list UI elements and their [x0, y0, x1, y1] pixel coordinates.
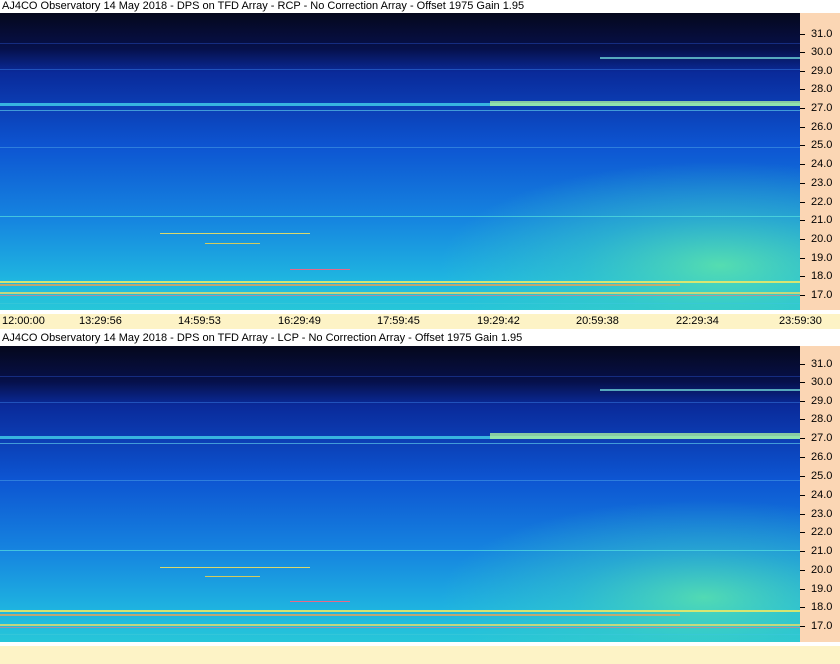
freq-label: 31.0 — [811, 28, 833, 40]
freq-label: 21.0 — [811, 214, 833, 226]
freq-tick — [800, 220, 805, 221]
freq-label: 25.0 — [811, 139, 833, 151]
freq-tick — [800, 476, 805, 477]
freq-tick — [800, 202, 805, 203]
freq-tick — [800, 34, 805, 35]
freq-label: 26.0 — [811, 451, 833, 463]
time-axis-rcp: 12:00:00 13:29:56 14:59:53 16:29:49 17:5… — [0, 314, 840, 329]
time-label: 20:59:38 — [576, 315, 619, 327]
freq-label: 31.0 — [811, 358, 833, 370]
time-label: 19:29:42 — [477, 315, 520, 327]
freq-label: 27.0 — [811, 432, 833, 444]
freq-tick — [800, 276, 805, 277]
freq-label: 23.0 — [811, 508, 833, 520]
freq-tick — [800, 239, 805, 240]
panel-title-lcp: AJ4CO Observatory 14 May 2018 - DPS on T… — [0, 332, 840, 345]
freq-label: 17.0 — [811, 620, 833, 632]
time-label: 12:00:00 — [2, 315, 45, 327]
freq-tick — [800, 71, 805, 72]
freq-tick — [800, 401, 805, 402]
time-label: 17:59:45 — [377, 315, 420, 327]
freq-tick — [800, 89, 805, 90]
freq-label: 29.0 — [811, 65, 833, 77]
freq-label: 24.0 — [811, 158, 833, 170]
freq-label: 20.0 — [811, 564, 833, 576]
time-label: 14:59:53 — [178, 315, 221, 327]
freq-label: 19.0 — [811, 252, 833, 264]
freq-axis-lcp: 31.0 30.0 29.0 28.0 27.0 26.0 25.0 24.0 … — [800, 346, 840, 642]
freq-tick — [800, 382, 805, 383]
freq-tick — [800, 532, 805, 533]
spectrogram-lcp — [0, 346, 800, 642]
freq-label: 21.0 — [811, 545, 833, 557]
freq-label: 29.0 — [811, 395, 833, 407]
freq-label: 30.0 — [811, 46, 833, 58]
freq-axis-rcp: 31.0 30.0 29.0 28.0 27.0 26.0 25.0 24.0 … — [800, 13, 840, 310]
freq-tick — [800, 364, 805, 365]
freq-label: 28.0 — [811, 413, 833, 425]
freq-tick — [800, 108, 805, 109]
panel-title-rcp: AJ4CO Observatory 14 May 2018 - DPS on T… — [0, 0, 840, 13]
freq-label: 17.0 — [811, 289, 833, 301]
freq-tick — [800, 570, 805, 571]
time-label: 22:29:34 — [676, 315, 719, 327]
freq-tick — [800, 127, 805, 128]
freq-tick — [800, 145, 805, 146]
spectrogram-rcp — [0, 13, 800, 310]
freq-label: 26.0 — [811, 121, 833, 133]
freq-label: 19.0 — [811, 583, 833, 595]
freq-tick — [800, 52, 805, 53]
spectrogram-lcp-canvas — [0, 346, 800, 642]
freq-tick — [800, 495, 805, 496]
freq-label: 30.0 — [811, 376, 833, 388]
freq-label: 23.0 — [811, 177, 833, 189]
freq-label: 22.0 — [811, 526, 833, 538]
freq-tick — [800, 514, 805, 515]
freq-tick — [800, 164, 805, 165]
freq-tick — [800, 419, 805, 420]
freq-tick — [800, 457, 805, 458]
freq-tick — [800, 258, 805, 259]
freq-label: 22.0 — [811, 196, 833, 208]
freq-tick — [800, 607, 805, 608]
freq-label: 27.0 — [811, 102, 833, 114]
freq-tick — [800, 295, 805, 296]
freq-tick — [800, 626, 805, 627]
freq-label: 24.0 — [811, 489, 833, 501]
freq-tick — [800, 183, 805, 184]
freq-tick — [800, 438, 805, 439]
spectrogram-rcp-canvas — [0, 13, 800, 310]
time-label: 23:59:30 — [779, 315, 822, 327]
time-axis-lcp — [0, 646, 840, 664]
freq-tick — [800, 589, 805, 590]
freq-label: 20.0 — [811, 233, 833, 245]
time-label: 16:29:49 — [278, 315, 321, 327]
freq-label: 18.0 — [811, 601, 833, 613]
freq-label: 18.0 — [811, 270, 833, 282]
freq-tick — [800, 551, 805, 552]
freq-label: 28.0 — [811, 83, 833, 95]
freq-label: 25.0 — [811, 470, 833, 482]
time-label: 13:29:56 — [79, 315, 122, 327]
